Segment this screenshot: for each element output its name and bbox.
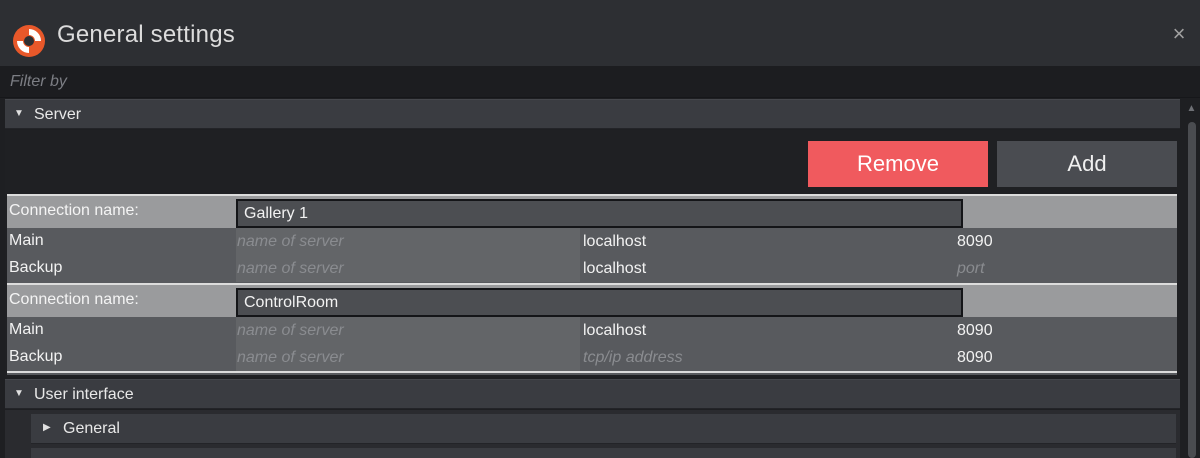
subsection-header-next[interactable] xyxy=(31,448,1176,458)
server-row-backup: Backup name of server tcp/ip address 809… xyxy=(7,344,1177,371)
remove-button[interactable]: Remove xyxy=(808,141,988,187)
port-field[interactable]: 8090 xyxy=(957,228,1177,255)
address-field[interactable]: localhost xyxy=(583,317,957,344)
filter-bar xyxy=(0,66,1200,98)
window-title: General settings xyxy=(57,21,235,48)
address-field[interactable]: tcp/ip address xyxy=(583,344,957,371)
subsection-label: General xyxy=(63,420,120,437)
connection-block: Connection name: ControlRoom Main name o… xyxy=(7,283,1177,375)
add-button[interactable]: Add xyxy=(997,141,1177,187)
app-logo-icon xyxy=(13,25,45,57)
server-name-field[interactable]: name of server xyxy=(236,317,580,344)
row-label: Backup xyxy=(9,348,63,365)
connection-name-row[interactable]: Connection name: Gallery 1 xyxy=(7,196,1177,228)
port-field[interactable]: 8090 xyxy=(957,317,1177,344)
section-label: User interface xyxy=(34,386,134,403)
collapsed-triangle-icon: ▶ xyxy=(43,422,51,433)
server-name-field[interactable]: name of server xyxy=(236,228,580,255)
divider xyxy=(7,371,1177,373)
connection-name-row[interactable]: Connection name: ControlRoom xyxy=(7,285,1177,317)
port-field[interactable]: port xyxy=(957,255,1177,282)
connection-name-label: Connection name: xyxy=(9,202,139,219)
title-bar: General settings × xyxy=(0,0,1200,66)
expanded-triangle-icon: ▼ xyxy=(14,108,24,119)
connection-name-label: Connection name: xyxy=(9,291,139,308)
server-name-field[interactable]: name of server xyxy=(236,255,580,282)
connection-block: Connection name: Gallery 1 Main name of … xyxy=(7,194,1177,283)
address-field[interactable]: localhost xyxy=(583,255,957,282)
port-field[interactable]: 8090 xyxy=(957,344,1177,371)
section-header-user-interface[interactable]: ▼ User interface xyxy=(5,379,1180,409)
row-label: Main xyxy=(9,321,44,338)
scrollbar-thumb[interactable] xyxy=(1188,122,1196,458)
scroll-up-arrow-icon[interactable]: ▲ xyxy=(1186,104,1197,114)
connection-name-input[interactable]: Gallery 1 xyxy=(236,199,963,228)
section-label: Server xyxy=(34,106,82,123)
row-label: Main xyxy=(9,232,44,249)
row-label: Backup xyxy=(9,259,63,276)
connection-name-input[interactable]: ControlRoom xyxy=(236,288,963,317)
server-row-main: Main name of server localhost 8090 xyxy=(7,228,1177,255)
subsection-header-general[interactable]: ▶ General xyxy=(31,414,1176,444)
filter-input[interactable] xyxy=(10,70,1160,94)
server-name-field[interactable]: name of server xyxy=(236,344,580,371)
section-header-server[interactable]: ▼ Server xyxy=(5,99,1180,129)
expanded-triangle-icon: ▼ xyxy=(14,388,24,399)
server-row-backup: Backup name of server localhost port xyxy=(7,255,1177,282)
server-row-main: Main name of server localhost 8090 xyxy=(7,317,1177,344)
close-icon[interactable]: × xyxy=(1168,23,1190,45)
address-field[interactable]: localhost xyxy=(583,228,957,255)
